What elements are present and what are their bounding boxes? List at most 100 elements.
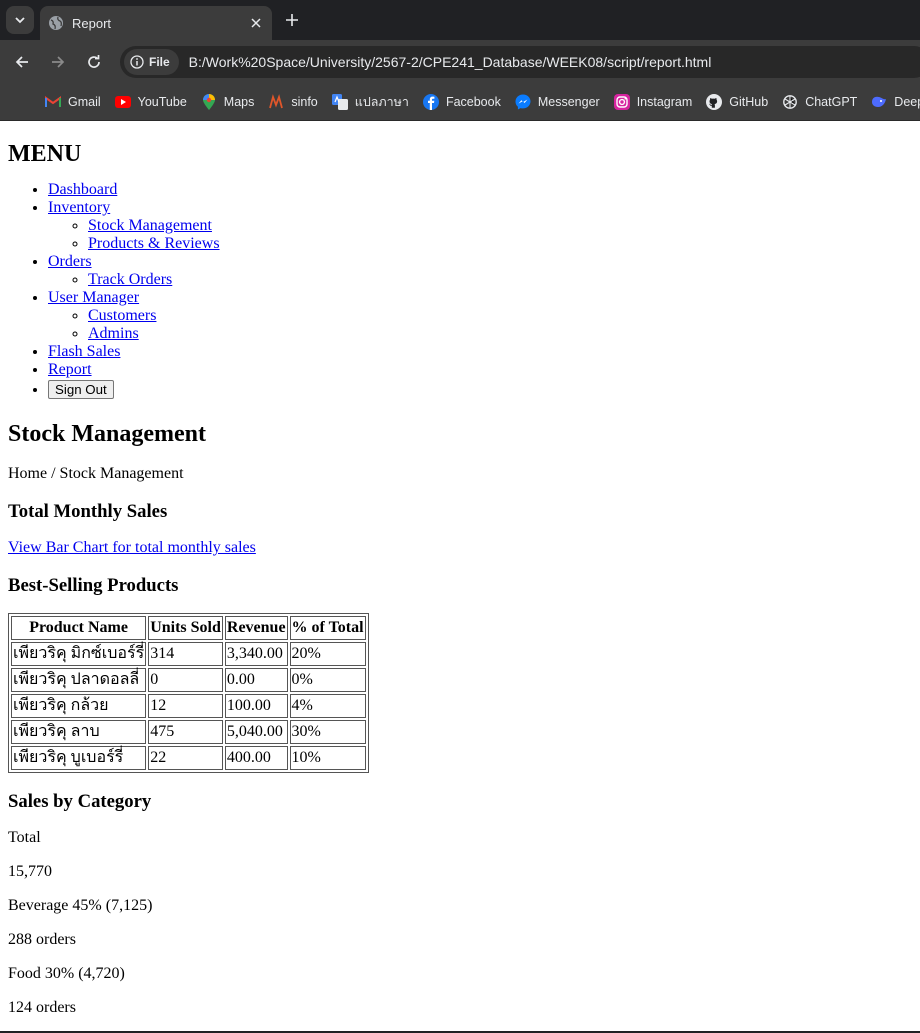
bookmark-sinfo[interactable]: sinfo — [268, 94, 318, 110]
tab-search-button[interactable] — [6, 6, 34, 34]
table-cell: เพียวริคุ ปลาดอลลี่ — [11, 668, 147, 692]
menu-link-flash-sales[interactable]: Flash Sales — [48, 343, 120, 360]
bookmark-label: GitHub — [729, 95, 769, 109]
menu-title: MENU — [8, 141, 82, 167]
category-food-line: Food 30% (4,720) — [8, 965, 125, 982]
bookmark-gmail[interactable]: Gmail — [45, 94, 101, 110]
table-cell: 20% — [289, 642, 366, 666]
url-text[interactable]: B:/Work%20Space/University/2567-2/CPE241… — [189, 54, 712, 70]
table-cell: 3,340.00 — [224, 642, 288, 666]
category-food-orders: 124 orders — [8, 999, 76, 1016]
menu-link-stock-management[interactable]: Stock Management — [88, 217, 212, 234]
breadcrumb: Home / Stock Management — [8, 465, 184, 482]
table-cell: 0 — [148, 668, 223, 692]
menu-item-sign-out: Sign Out — [48, 379, 912, 399]
menu-item-report: Report — [48, 361, 912, 379]
translate-icon — [331, 94, 348, 110]
new-tab-button[interactable] — [280, 8, 304, 32]
table-cell: 314 — [148, 642, 223, 666]
menu-link-track-orders[interactable]: Track Orders — [88, 271, 172, 288]
site-chip-label: File — [149, 55, 170, 69]
table-cell: 475 — [148, 720, 223, 744]
total-value: 15,770 — [8, 863, 52, 880]
table-cell: 10% — [289, 746, 366, 770]
deepseek-icon — [871, 94, 887, 110]
bookmark-instagram[interactable]: Instagram — [613, 94, 692, 110]
menu-link-orders[interactable]: Orders — [48, 253, 92, 270]
bookmark-deepseek[interactable]: Deep — [871, 94, 920, 110]
bookmark-label: Gmail — [68, 95, 101, 109]
table-cell: 5,040.00 — [224, 720, 288, 744]
browser-toolbar: File B:/Work%20Space/University/2567-2/C… — [0, 40, 920, 84]
table-row: เพียวริคุ ปลาดอลลี่ 0 0.00 0% — [11, 668, 366, 692]
youtube-icon — [114, 94, 131, 110]
bookmark-chatgpt[interactable]: ChatGPT — [782, 94, 857, 110]
table-cell: เพียวริคุ มิกซ์เบอร์รี่ — [11, 642, 147, 666]
bookmark-youtube[interactable]: YouTube — [114, 94, 187, 110]
bookmark-label: Facebook — [445, 95, 501, 109]
orders-submenu: Track Orders — [48, 271, 912, 289]
column-header: % of Total — [289, 616, 366, 640]
table-row: เพียวริคุ กล้วย 12 100.00 4% — [11, 694, 366, 718]
bookmark-messenger[interactable]: Messenger — [515, 94, 600, 110]
bookmark-label: Messenger — [537, 95, 600, 109]
back-button[interactable] — [10, 50, 34, 74]
bookmark-translate[interactable]: แปลภาษา — [331, 92, 409, 112]
menu-item-inventory: Inventory Stock Management Products & Re… — [48, 199, 912, 253]
menu-link-report[interactable]: Report — [48, 361, 92, 378]
bookmark-label: Maps — [223, 95, 255, 109]
table-cell: 0.00 — [224, 668, 288, 692]
table-cell: 100.00 — [224, 694, 288, 718]
main-menu: Dashboard Inventory Stock Management Pro… — [8, 181, 912, 399]
menu-link-user-manager[interactable]: User Manager — [48, 289, 139, 306]
chevron-down-icon — [15, 17, 25, 24]
gmail-icon — [45, 94, 61, 110]
table-cell: 400.00 — [224, 746, 288, 770]
inventory-submenu: Stock Management Products & Reviews — [48, 217, 912, 253]
menu-item-user-manager: User Manager Customers Admins — [48, 289, 912, 343]
bookmark-facebook[interactable]: Facebook — [422, 94, 501, 110]
table-cell: เพียวริคุ ลาบ — [11, 720, 147, 744]
menu-link-admins[interactable]: Admins — [88, 325, 139, 342]
bookmark-label: ChatGPT — [805, 95, 858, 109]
submenu-item-admins: Admins — [88, 325, 912, 343]
bookmark-label: sinfo — [291, 95, 318, 109]
site-info-chip[interactable]: File — [124, 49, 179, 75]
menu-link-dashboard[interactable]: Dashboard — [48, 181, 117, 198]
instagram-icon — [613, 94, 630, 110]
menu-link-customers[interactable]: Customers — [88, 307, 156, 324]
view-bar-chart-link[interactable]: View Bar Chart for total monthly sales — [8, 539, 256, 556]
bookmark-maps[interactable]: Maps — [201, 94, 255, 110]
bookmark-github[interactable]: GitHub — [706, 94, 768, 110]
submenu-item-customers: Customers — [88, 307, 912, 325]
menu-link-inventory[interactable]: Inventory — [48, 199, 110, 216]
forward-arrow-icon — [52, 56, 65, 68]
menu-link-products-reviews[interactable]: Products & Reviews — [88, 235, 220, 252]
sinfo-icon — [268, 94, 284, 110]
tab-strip: Report — [0, 0, 920, 40]
monthly-sales-heading: Total Monthly Sales — [8, 501, 168, 522]
category-beverage-orders: 288 orders — [8, 931, 76, 948]
bookmark-label: Deep — [894, 95, 920, 109]
bookmark-label: แปลภาษา — [354, 95, 409, 109]
column-header: Product Name — [11, 616, 147, 640]
messenger-icon — [515, 94, 531, 110]
reload-button[interactable] — [82, 50, 106, 74]
close-tab-icon[interactable] — [248, 15, 264, 31]
browser-chrome: Report File B:/Work%20Space/University/2… — [0, 0, 920, 121]
category-beverage-line: Beverage 45% (7,125) — [8, 897, 153, 914]
user-manager-submenu: Customers Admins — [48, 307, 912, 343]
page-content: MENU Dashboard Inventory Stock Managemen… — [0, 121, 920, 1017]
back-arrow-icon — [15, 56, 28, 68]
submenu-item-stock-management: Stock Management — [88, 217, 912, 235]
bookmarks-bar: Gmail YouTube Maps sinfo แปลภาษา Faceboo… — [0, 84, 920, 121]
forward-button[interactable] — [46, 50, 70, 74]
tab-report[interactable]: Report — [40, 6, 272, 40]
submenu-item-track-orders: Track Orders — [88, 271, 912, 289]
sign-out-button[interactable]: Sign Out — [48, 380, 114, 399]
address-bar[interactable]: File B:/Work%20Space/University/2567-2/C… — [120, 46, 920, 78]
page-title: Stock Management — [8, 421, 206, 447]
table-row: เพียวริคุ ลาบ 475 5,040.00 30% — [11, 720, 366, 744]
plus-icon — [286, 14, 298, 26]
total-label: Total — [8, 829, 41, 846]
